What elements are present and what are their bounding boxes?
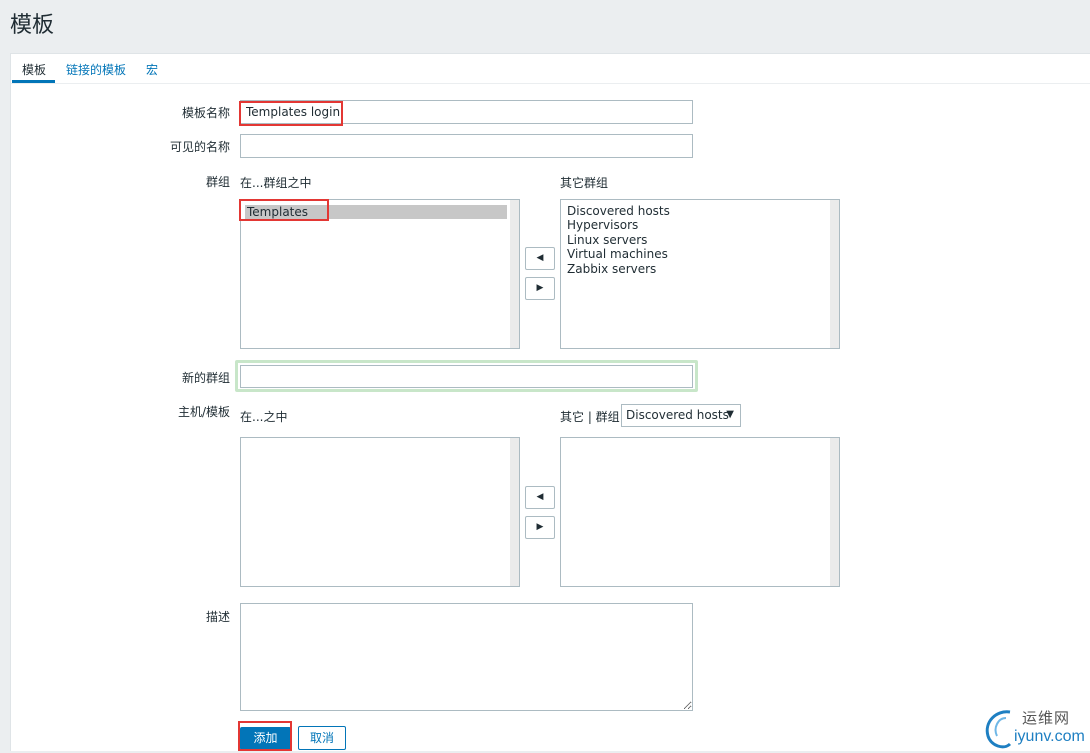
in-hosts-scrollbar[interactable] [510, 438, 519, 586]
hosts-templates-label: 主机/模板 [177, 405, 230, 419]
other-hosts-scrollbar[interactable] [830, 438, 839, 586]
move-host-left-button[interactable]: ◀ [525, 486, 555, 509]
other-group-option[interactable]: Hypervisors [567, 218, 638, 232]
tab-macros[interactable]: 宏 [146, 61, 158, 78]
other-groups-scrollbar[interactable] [830, 200, 839, 348]
in-group-option[interactable]: Templates [245, 205, 507, 219]
template-name-input[interactable] [240, 100, 693, 124]
in-groups-scrollbar[interactable] [510, 200, 519, 348]
group-filter-select[interactable]: Discovered hosts ▼ [621, 404, 741, 427]
watermark-logo: 运维网 iyunv.com [982, 704, 1090, 750]
other-hosts-listbox[interactable] [560, 437, 840, 587]
add-button[interactable]: 添加 [240, 727, 291, 750]
tab-linked-templates[interactable]: 链接的模板 [66, 61, 126, 78]
in-hosts-heading: 在...之中 [240, 410, 288, 424]
dropdown-caret-icon: ▼ [726, 409, 734, 420]
move-group-right-button[interactable]: ▶ [525, 277, 555, 300]
cancel-button[interactable]: 取消 [298, 726, 346, 750]
visible-name-input[interactable] [240, 134, 693, 158]
watermark-text-cn: 运维网 [1022, 709, 1071, 727]
other-group-option[interactable]: Linux servers [567, 233, 647, 247]
other-group-option[interactable]: Discovered hosts [567, 204, 670, 218]
page-header: 模板 [0, 0, 1090, 42]
other-groups-listbox[interactable]: Discovered hosts Hypervisors Linux serve… [560, 199, 840, 349]
other-groups-heading: 其它群组 [560, 176, 609, 190]
other-group-option[interactable]: Zabbix servers [567, 262, 656, 276]
move-group-left-button[interactable]: ◀ [525, 247, 555, 270]
tab-bar: 模板 链接的模板 宏 [11, 54, 1090, 84]
in-groups-listbox[interactable]: Templates [240, 199, 520, 349]
other-hosts-heading: 其它 | 群组 [560, 410, 620, 424]
group-filter-value: Discovered hosts [626, 408, 729, 422]
in-groups-heading: 在...群组之中 [240, 176, 312, 190]
form-panel: 模板 链接的模板 宏 模板名称 可见的名称 群组 在...群组之中 其它群组 T… [10, 53, 1090, 751]
template-name-label: 模板名称 [181, 106, 230, 120]
new-group-label: 新的群组 [181, 371, 230, 385]
description-textarea[interactable] [240, 603, 693, 711]
groups-label: 群组 [205, 175, 230, 189]
other-group-option[interactable]: Virtual machines [567, 247, 668, 261]
active-tab-indicator [12, 80, 55, 83]
in-hosts-listbox[interactable] [240, 437, 520, 587]
visible-name-label: 可见的名称 [169, 140, 230, 154]
new-group-input[interactable] [240, 365, 693, 388]
tab-template[interactable]: 模板 [22, 61, 46, 78]
page-title: 模板 [10, 13, 55, 38]
move-host-right-button[interactable]: ▶ [525, 516, 555, 539]
description-label: 描述 [205, 610, 230, 624]
watermark-text-en: iyunv.com [1014, 728, 1085, 745]
